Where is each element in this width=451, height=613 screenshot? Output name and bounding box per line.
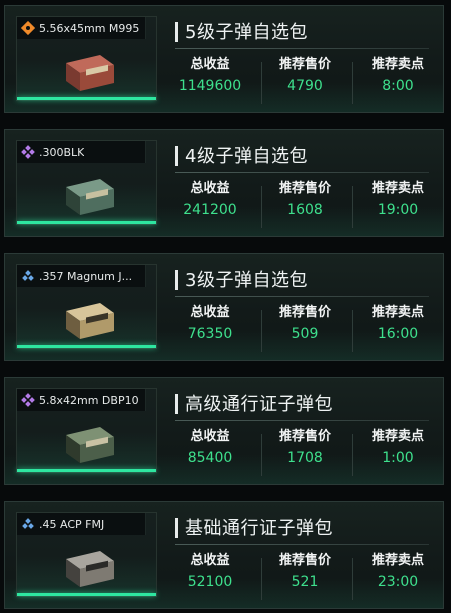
stat-label: 总收益 (190, 305, 230, 320)
ammo-box-image (66, 303, 114, 339)
ammo-box-image (66, 551, 114, 587)
stat-total-revenue: 总收益 76350 (162, 304, 258, 344)
stat-value: 1149600 (178, 78, 242, 94)
title-accent (175, 146, 178, 166)
thumbnail-glow (17, 469, 156, 472)
ammo-box-image (66, 179, 114, 215)
purple-diamond-icon (21, 145, 35, 159)
pack-title: 高级通行证子弹包 (185, 394, 333, 415)
divider (175, 296, 429, 297)
purple-diamond-icon (21, 393, 35, 407)
stat-value: 521 (291, 574, 319, 590)
stat-value: 4790 (287, 78, 323, 94)
stat-recommended-price: 推荐售价 4790 (257, 56, 353, 96)
blue-diamond-icon (22, 518, 34, 529)
divider (175, 544, 429, 545)
stat-value: 1:00 (382, 450, 414, 466)
stat-label: 推荐售价 (278, 553, 331, 568)
divider (175, 48, 429, 49)
stat-recommended-price: 推荐售价 521 (257, 552, 353, 592)
item-tag: .300BLK (17, 141, 146, 163)
stat-label: 推荐售价 (278, 57, 331, 72)
stat-recommended-price: 推荐售价 1708 (257, 428, 353, 468)
stat-label: 推荐售价 (278, 305, 331, 320)
pack-title: 5级子弹自选包 (185, 22, 308, 43)
title-accent (175, 518, 178, 538)
item-tag: .357 Magnum J... (17, 265, 146, 287)
stat-recommended-price: 推荐售价 509 (257, 304, 353, 344)
item-tag: 5.56x45mm M995 (17, 17, 146, 39)
stat-value: 19:00 (377, 202, 419, 218)
ammo-pack-card[interactable]: .300BLK 4级子弹自选包 总收益 241200 推荐售价 1608 推荐卖… (4, 129, 444, 237)
stat-value: 1608 (287, 202, 323, 218)
ammo-pack-card[interactable]: .357 Magnum J... 3级子弹自选包 总收益 76350 推荐售价 … (4, 253, 444, 361)
orange-diamond-icon (21, 21, 35, 35)
divider (175, 172, 429, 173)
stat-total-revenue: 总收益 241200 (162, 180, 258, 220)
pack-title: 3级子弹自选包 (185, 270, 308, 291)
stat-label: 推荐售价 (278, 181, 331, 196)
stat-total-revenue: 总收益 85400 (162, 428, 258, 468)
stat-total-revenue: 总收益 1149600 (162, 56, 258, 96)
stat-recommended-sell-point: 推荐卖点 19:00 (350, 180, 446, 220)
stat-value: 52100 (187, 574, 233, 590)
stat-label: 总收益 (190, 429, 230, 444)
blue-diamond-icon (22, 270, 34, 281)
item-thumbnail[interactable]: .357 Magnum J... (16, 264, 157, 349)
stat-total-revenue: 总收益 52100 (162, 552, 258, 592)
item-tag: 5.8x42mm DBP10 (17, 389, 146, 411)
stat-recommended-sell-point: 推荐卖点 1:00 (350, 428, 446, 468)
stat-label: 推荐卖点 (371, 553, 424, 568)
title-accent (175, 22, 178, 42)
stat-label: 推荐卖点 (371, 429, 424, 444)
ammo-pack-card[interactable]: 5.56x45mm M995 5级子弹自选包 总收益 1149600 推荐售价 … (4, 5, 444, 113)
title-accent (175, 394, 178, 414)
thumbnail-glow (17, 593, 156, 596)
ammo-pack-card[interactable]: .45 ACP FMJ 基础通行证子弹包 总收益 52100 推荐售价 521 … (4, 501, 444, 609)
item-name: 5.8x42mm DBP10 (39, 393, 139, 407)
thumbnail-glow (17, 221, 156, 224)
stat-recommended-sell-point: 推荐卖点 23:00 (350, 552, 446, 592)
ammo-pack-card[interactable]: 5.8x42mm DBP10 高级通行证子弹包 总收益 85400 推荐售价 1… (4, 377, 444, 485)
item-thumbnail[interactable]: 5.56x45mm M995 (16, 16, 157, 101)
stat-value: 8:00 (382, 78, 414, 94)
stat-value: 23:00 (377, 574, 419, 590)
item-thumbnail[interactable]: .300BLK (16, 140, 157, 225)
stat-recommended-price: 推荐售价 1608 (257, 180, 353, 220)
thumbnail-glow (17, 97, 156, 100)
stat-value: 76350 (187, 326, 233, 342)
divider (175, 420, 429, 421)
title-accent (175, 270, 178, 290)
stat-label: 推荐卖点 (371, 305, 424, 320)
stat-label: 推荐售价 (278, 429, 331, 444)
item-tag: .45 ACP FMJ (17, 513, 146, 535)
stat-value: 509 (291, 326, 319, 342)
ammo-box-image (66, 55, 114, 91)
stat-label: 总收益 (190, 181, 230, 196)
stat-label: 总收益 (190, 57, 230, 72)
item-name: .357 Magnum J... (39, 269, 133, 283)
item-name: .45 ACP FMJ (39, 517, 105, 531)
item-thumbnail[interactable]: 5.8x42mm DBP10 (16, 388, 157, 473)
stat-value: 1708 (287, 450, 323, 466)
item-name: 5.56x45mm M995 (39, 21, 140, 35)
stat-label: 推荐卖点 (371, 181, 424, 196)
pack-title: 基础通行证子弹包 (185, 518, 333, 539)
stat-label: 推荐卖点 (371, 57, 424, 72)
stat-recommended-sell-point: 推荐卖点 16:00 (350, 304, 446, 344)
thumbnail-glow (17, 345, 156, 348)
stat-value: 85400 (187, 450, 233, 466)
item-thumbnail[interactable]: .45 ACP FMJ (16, 512, 157, 597)
stat-value: 241200 (183, 202, 237, 218)
stat-recommended-sell-point: 推荐卖点 8:00 (350, 56, 446, 96)
ammo-box-image (66, 427, 114, 463)
stat-value: 16:00 (377, 326, 419, 342)
stat-label: 总收益 (190, 553, 230, 568)
item-name: .300BLK (39, 145, 85, 159)
pack-title: 4级子弹自选包 (185, 146, 308, 167)
